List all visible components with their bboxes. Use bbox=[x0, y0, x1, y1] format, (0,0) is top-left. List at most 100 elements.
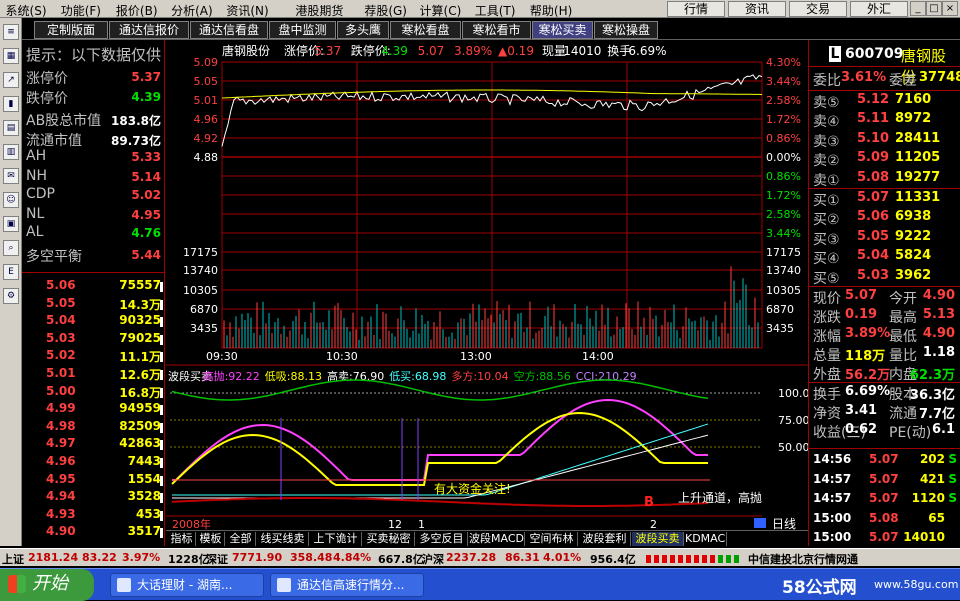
list-icon[interactable]: ≡ bbox=[3, 24, 19, 40]
people-icon[interactable]: ☺ bbox=[3, 192, 19, 208]
taskbar-button[interactable]: 通达信高速行情分... bbox=[270, 573, 424, 597]
search-icon[interactable]: ⌕ bbox=[3, 240, 19, 256]
tab-1[interactable]: 通达信报价 bbox=[109, 21, 189, 39]
tab-4[interactable]: 多头鹰 bbox=[337, 21, 389, 39]
buys-row[interactable]: 买⑤ 5.03 3962 bbox=[813, 268, 959, 288]
price-level-row[interactable]: 4.98 82509 bbox=[22, 419, 165, 436]
tab-2[interactable]: 通达信看盘 bbox=[190, 21, 268, 39]
indicator-tab[interactable]: 多空反目 bbox=[416, 532, 468, 546]
nav-button[interactable]: 资讯 bbox=[728, 1, 786, 17]
menu-item[interactable]: 计算(C) bbox=[420, 2, 462, 19]
stat-label: 最低 bbox=[889, 329, 917, 345]
buys-label: 买⑤ bbox=[813, 270, 840, 287]
period-selector[interactable]: 日线 bbox=[772, 517, 796, 531]
tab-8[interactable]: 寒松操盘 bbox=[594, 21, 658, 39]
indicator-tab[interactable]: 波段买卖 bbox=[632, 532, 684, 546]
price-volume: 82509 bbox=[119, 418, 161, 433]
info-value: 4.95 bbox=[131, 208, 161, 222]
start-button[interactable]: 开始 bbox=[0, 569, 94, 601]
weicha-label: 委差 bbox=[889, 73, 917, 89]
close-icon[interactable]: × bbox=[942, 1, 958, 16]
menu-item[interactable]: 工具(T) bbox=[475, 2, 516, 19]
price-level-row[interactable]: 4.99 94959 bbox=[22, 401, 165, 418]
price-level-row[interactable]: 5.06 75557 bbox=[22, 278, 165, 295]
price-level-row[interactable]: 4.90 3517 bbox=[22, 524, 165, 541]
tab-0[interactable]: 定制版面 bbox=[34, 21, 108, 39]
indicator-tab[interactable]: 波段套利 bbox=[579, 532, 631, 546]
tab-6[interactable]: 寒松看市 bbox=[462, 21, 531, 39]
buys-row[interactable]: 买② 5.06 6938 bbox=[813, 209, 959, 229]
nav-button[interactable]: 外汇 bbox=[850, 1, 908, 17]
price-tick-label: 5.05 bbox=[194, 75, 219, 88]
menu-item[interactable]: 报价(B) bbox=[116, 2, 158, 19]
tab-5[interactable]: 寒松看盘 bbox=[390, 21, 461, 39]
buys-row[interactable]: 买③ 5.05 9222 bbox=[813, 229, 959, 249]
indicator-tab[interactable]: 买卖秘密 bbox=[363, 532, 415, 546]
price-level-row[interactable]: 4.94 3528 bbox=[22, 489, 165, 506]
indicator-tab[interactable]: 模板 bbox=[197, 532, 225, 546]
sells-row[interactable]: 卖④ 5.11 8972 bbox=[813, 111, 959, 131]
indicator-tab[interactable]: 指标 bbox=[168, 532, 196, 546]
price-level-row[interactable]: 4.95 1554 bbox=[22, 472, 165, 489]
maximize-icon[interactable]: □ bbox=[926, 1, 942, 16]
indicator-tab[interactable]: KDMACD bbox=[685, 532, 727, 546]
tool-icon[interactable]: ⚙ bbox=[3, 288, 19, 304]
status-hs_amt: 956.4亿 bbox=[590, 553, 636, 566]
buys-row[interactable]: 买④ 5.04 5824 bbox=[813, 248, 959, 268]
price-level: 5.05 bbox=[46, 295, 76, 310]
menu-item[interactable]: 荐股(G) bbox=[364, 2, 407, 19]
minimize-icon[interactable]: _ bbox=[910, 1, 926, 16]
indicator-tab[interactable]: 空间布林 bbox=[526, 532, 578, 546]
menu-item[interactable]: 资讯(N) bbox=[226, 2, 268, 19]
chart-area[interactable]: 唐钢股份 涨停价: 5.37 跌停价: 4.39 5.07 3.89% ▲0.19 现量 1401… bbox=[166, 40, 810, 531]
price-level-row[interactable]: 5.03 79025 bbox=[22, 331, 165, 348]
price-level-row[interactable]: 4.97 42863 bbox=[22, 436, 165, 453]
price-level-row[interactable]: 5.04 90325 bbox=[22, 313, 165, 330]
sells-row[interactable]: 卖① 5.08 19277 bbox=[813, 170, 959, 190]
tab-3[interactable]: 盘中监测 bbox=[269, 21, 336, 39]
windows-taskbar: 开始 大话理财 - 湖南... 通达信高速行情分... 58公式网 www.58gu.… bbox=[0, 568, 960, 601]
indicator-tab[interactable]: 波段MACD bbox=[469, 532, 525, 546]
buys-row[interactable]: 买① 5.07 11331 bbox=[813, 190, 959, 210]
sells-row[interactable]: 卖② 5.09 11205 bbox=[813, 150, 959, 170]
tab-7[interactable]: 寒松买卖 bbox=[532, 21, 593, 39]
menu-item[interactable]: 分析(A) bbox=[171, 2, 213, 19]
grid-icon[interactable]: ▦ bbox=[3, 48, 19, 64]
indicator-tab[interactable]: 全部 bbox=[226, 532, 256, 546]
chart-icon[interactable]: ↗ bbox=[3, 72, 19, 88]
menu-item[interactable]: 港股期货 bbox=[295, 2, 343, 19]
chart-svg[interactable]: 唐钢股份 涨停价:5.37 跌停价:4.39 5.07 3.89% ▲0.19 现量1401… bbox=[166, 40, 810, 531]
menu-item[interactable]: 功能(F) bbox=[61, 2, 101, 19]
price-level-row[interactable]: 5.05 14.3万 bbox=[22, 296, 165, 313]
menu-item[interactable]: 帮助(H) bbox=[530, 2, 572, 19]
time-tick-label: 13:00 bbox=[460, 350, 492, 363]
tick-time: 14:57 bbox=[813, 471, 852, 486]
table-icon[interactable]: ▥ bbox=[3, 144, 19, 160]
nav-button[interactable]: 交易 bbox=[789, 1, 847, 17]
volume-bar bbox=[160, 440, 163, 451]
sells-row[interactable]: 卖③ 5.10 28411 bbox=[813, 131, 959, 151]
price-level-row[interactable]: 5.00 16.8万 bbox=[22, 384, 165, 401]
report-icon[interactable]: ▤ bbox=[3, 120, 19, 136]
tick-price: 5.07 bbox=[869, 530, 899, 544]
stat-value: 5.07 bbox=[845, 288, 878, 303]
nav-button[interactable]: 行情 bbox=[667, 1, 725, 17]
sells-row[interactable]: 卖⑤ 5.12 7160 bbox=[813, 92, 959, 112]
scroll-button[interactable] bbox=[754, 518, 766, 528]
price-level-row[interactable]: 5.02 11.1万 bbox=[22, 348, 165, 365]
sells-price: 5.08 bbox=[857, 169, 890, 185]
menu-item[interactable]: 系统(S) bbox=[6, 2, 47, 19]
market-breadth-bar bbox=[718, 555, 723, 563]
news-icon[interactable]: ▣ bbox=[3, 216, 19, 232]
indicator-tab[interactable]: 上下诡计 bbox=[310, 532, 362, 546]
price-level-row[interactable]: 5.01 12.6万 bbox=[22, 366, 165, 383]
price-level-row[interactable]: 4.93 453 bbox=[22, 507, 165, 524]
indicator-tab[interactable]: 线买线卖 bbox=[257, 532, 309, 546]
etf-icon[interactable]: E bbox=[3, 264, 19, 280]
market-breadth-bar bbox=[662, 555, 667, 563]
mail-icon[interactable]: ✉ bbox=[3, 168, 19, 184]
candlestick-icon[interactable]: ▮ bbox=[3, 96, 19, 112]
taskbar-button[interactable]: 大话理财 - 湖南... bbox=[110, 573, 264, 597]
price-level-row[interactable]: 4.96 7443 bbox=[22, 454, 165, 471]
buys-price: 5.05 bbox=[857, 228, 890, 244]
